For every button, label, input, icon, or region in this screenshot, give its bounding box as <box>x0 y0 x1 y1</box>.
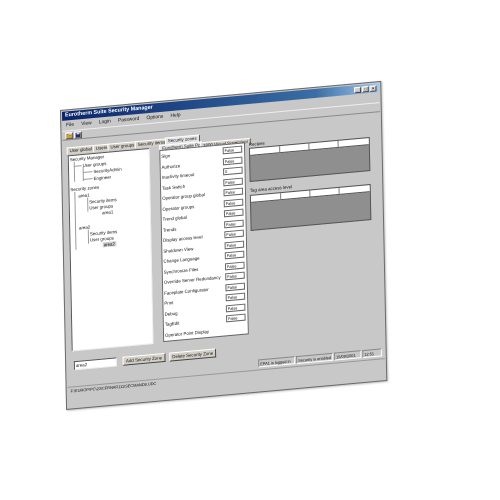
property-name: Debug <box>164 310 178 317</box>
property-value-field[interactable]: False <box>225 271 245 281</box>
menu-login[interactable]: Login <box>99 118 111 125</box>
zone-name-field[interactable]: area2 <box>73 357 117 371</box>
maximize-button[interactable]: □ <box>361 85 369 93</box>
property-value-field[interactable]: False <box>223 177 243 186</box>
status-date: 15/09/2001 <box>334 350 362 361</box>
property-value-field[interactable]: 0 <box>223 166 243 176</box>
security-tree: Security Manager User groups SecurityAdm… <box>67 147 154 352</box>
property-value-field[interactable]: False <box>223 187 244 197</box>
property-value-field[interactable]: False <box>225 292 246 302</box>
property-value-field[interactable]: False <box>224 261 245 270</box>
property-name: Sign <box>161 153 171 159</box>
delete-security-zone-button[interactable]: Delete Security Zone <box>169 348 217 362</box>
tree-connector <box>73 165 82 167</box>
property-name: Operator Point Display <box>164 328 210 338</box>
property-name: Synchronize Files <box>163 266 199 275</box>
property-value-field[interactable]: False <box>222 156 243 165</box>
scene: Eurotherm Suite Security Manager _ □ × F… <box>0 0 500 500</box>
tree-area1-item[interactable]: area1 <box>102 209 113 215</box>
property-name: Trend global <box>162 214 187 222</box>
property-name: Operator groups <box>162 203 195 212</box>
access-panel: Recipes Tag area access level <box>247 131 377 334</box>
property-value-field[interactable]: False <box>224 219 244 228</box>
tree-connector <box>82 171 93 174</box>
add-security-zone-button[interactable]: Add Security Zone <box>122 352 166 366</box>
menu-password[interactable]: Password <box>118 116 139 124</box>
property-name: Shutdown View <box>163 245 194 254</box>
property-name: Print <box>164 300 174 306</box>
property-value-field[interactable]: False <box>224 229 244 239</box>
recipes-grid[interactable] <box>248 137 371 182</box>
property-grid: Sign False Authorize False Inactivity timeou… <box>159 142 249 343</box>
close-button[interactable]: × <box>369 84 377 92</box>
property-name: Faceplate Configurator <box>164 286 209 296</box>
property-value-field[interactable]: False <box>223 208 244 218</box>
security-manager-window: Eurotherm Suite Security Manager _ □ × F… <box>60 80 388 411</box>
tree-area2-item[interactable]: area2 <box>102 241 116 248</box>
minimize-button[interactable]: _ <box>354 86 361 93</box>
property-value-field[interactable]: False <box>222 145 243 155</box>
tree-engineer[interactable]: Engineer <box>94 175 112 182</box>
open-folder-icon[interactable] <box>65 131 74 140</box>
tree-connector <box>74 191 77 250</box>
menu-options[interactable]: Options <box>146 114 163 122</box>
property-name: Task Switch <box>161 183 186 191</box>
menu-file[interactable]: File <box>66 122 74 129</box>
property-name: Operator group global <box>162 192 205 201</box>
property-name: Trends <box>162 226 177 233</box>
property-value-field[interactable]: False <box>225 282 246 291</box>
property-value-field[interactable]: False <box>224 240 245 249</box>
property-value-field[interactable]: False <box>223 198 244 207</box>
tree-user-groups[interactable]: User groups <box>83 161 107 168</box>
tree-security-zones[interactable]: Security zones <box>70 185 99 193</box>
property-value-field[interactable]: False <box>225 303 246 312</box>
status-time: 12:51 <box>362 348 382 359</box>
property-name: TagEdit <box>164 320 180 327</box>
property-name: Authorize <box>161 162 181 170</box>
tree-connector <box>82 178 93 181</box>
property-name: Inactivity timeout <box>161 171 195 180</box>
menu-help[interactable]: Help <box>170 112 180 119</box>
property-value-field[interactable]: False <box>224 250 245 260</box>
property-name: Display access level <box>163 234 203 243</box>
tree-security-admin[interactable]: SecurityAdmin <box>93 167 121 175</box>
save-disk-icon[interactable] <box>74 131 83 139</box>
property-name: Change Language <box>163 255 200 264</box>
menu-view[interactable]: View <box>81 120 92 127</box>
property-value-field[interactable]: False <box>226 313 246 323</box>
